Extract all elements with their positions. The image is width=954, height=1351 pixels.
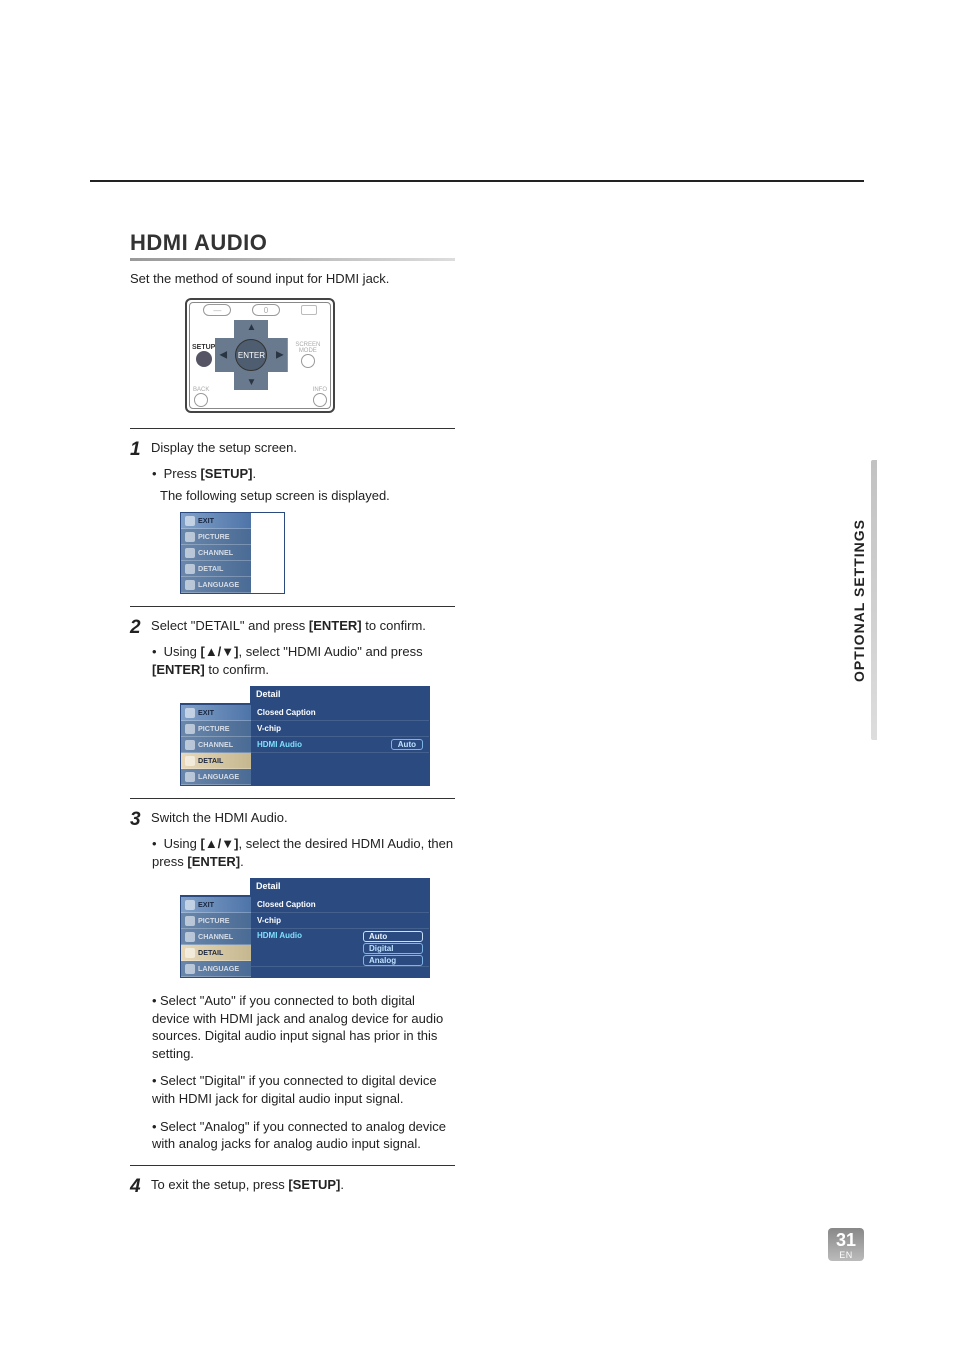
- section-intro: Set the method of sound input for HDMI j…: [130, 271, 455, 286]
- hdmi-option-auto: Auto: [363, 931, 423, 942]
- dpad-up-icon: ▲: [247, 322, 257, 333]
- osd-menu-3: Detail EXIT PICTURE CHANNEL DETAIL LANGU…: [180, 878, 430, 978]
- step-3: 3 Switch the HDMI Audio. • Using [▲/▼], …: [130, 799, 455, 1165]
- step-2: 2 Select "DETAIL" and press [ENTER] to c…: [130, 607, 455, 799]
- menu-picture: PICTURE: [181, 529, 251, 545]
- osd3-channel: CHANNEL: [181, 929, 251, 945]
- osd-menu-2: Detail EXIT PICTURE CHANNEL DETAIL LANGU…: [180, 686, 430, 786]
- side-tab: OPTIONAL SETTINGS: [847, 460, 871, 740]
- osd2-hdmi-value: Auto: [391, 739, 423, 750]
- osd3-hdmi: HDMI Audio Auto Digital Analog: [251, 929, 429, 967]
- menu-language: LANGUAGE: [181, 577, 251, 593]
- step-2-sub-1: • Using [▲/▼], select "HDMI Audio" and p…: [152, 643, 455, 678]
- step-1-number: 1: [130, 439, 141, 461]
- hdmi-option-digital: Digital: [363, 943, 423, 954]
- dpad: ▲ ▼ ◀ ▶ ENTER: [215, 320, 287, 390]
- osd3-picture: PICTURE: [181, 913, 251, 929]
- step-2-number: 2: [130, 617, 141, 639]
- osd2-channel: CHANNEL: [181, 737, 251, 753]
- step-4: 4 To exit the setup, press [SETUP].: [130, 1166, 455, 1202]
- step-3-text: Switch the HDMI Audio.: [151, 810, 288, 825]
- osd3-hdmi-options: Auto Digital Analog: [363, 931, 423, 966]
- osd2-hdmi: HDMI AudioAuto: [251, 737, 429, 753]
- step-4-text: To exit the setup, press [SETUP].: [151, 1177, 344, 1192]
- step-2-text: Select "DETAIL" and press [ENTER] to con…: [151, 618, 426, 633]
- section-heading: HDMI AUDIO: [130, 230, 455, 261]
- menu-exit: EXIT: [181, 513, 251, 529]
- osd2-cc: Closed Caption: [251, 705, 429, 721]
- remote-diagram: — 0 SETUP ▲ ▼ ◀ ▶ ENTER SCREE: [185, 298, 335, 413]
- osd3-detail: DETAIL: [181, 945, 251, 961]
- osd2-exit: EXIT: [181, 705, 251, 721]
- osd-menu-1: EXIT PICTURE CHANNEL DETAIL LANGUAGE: [180, 512, 285, 594]
- step-1-text: Display the setup screen.: [151, 440, 297, 455]
- page-content: HDMI AUDIO Set the method of sound input…: [0, 0, 954, 1262]
- hdmi-option-analog: Analog: [363, 955, 423, 966]
- osd2-language: LANGUAGE: [181, 769, 251, 785]
- step-3-after-2: •Select "Digital" if you connected to di…: [152, 1072, 455, 1107]
- dpad-left-icon: ◀: [219, 350, 227, 361]
- osd3-title: Detail: [250, 878, 430, 896]
- osd3-vchip: V-chip: [251, 913, 429, 929]
- step-3-sub-1: • Using [▲/▼], select the desired HDMI A…: [152, 835, 455, 870]
- step-4-number: 4: [130, 1176, 141, 1198]
- osd2-picture: PICTURE: [181, 721, 251, 737]
- step-3-after-1: •Select "Auto" if you connected to both …: [152, 992, 455, 1062]
- side-tab-label: OPTIONAL SETTINGS: [851, 519, 867, 682]
- osd2-vchip: V-chip: [251, 721, 429, 737]
- page-number-badge: 31 EN: [828, 1228, 864, 1261]
- dpad-right-icon: ▶: [276, 350, 284, 361]
- osd2-detail: DETAIL: [181, 753, 251, 769]
- osd3-language: LANGUAGE: [181, 961, 251, 977]
- osd3-exit: EXIT: [181, 897, 251, 913]
- step-1: 1 Display the setup screen. • Press [SET…: [130, 429, 455, 607]
- step-1-sub-1: • Press [SETUP].: [152, 465, 455, 483]
- menu-detail: DETAIL: [181, 561, 251, 577]
- osd2-title: Detail: [250, 686, 430, 704]
- page-number: 31: [836, 1231, 856, 1249]
- step-1-sub-2: The following setup screen is displayed.: [160, 487, 455, 505]
- step-3-number: 3: [130, 809, 141, 831]
- dpad-down-icon: ▼: [247, 377, 257, 388]
- page-suffix: EN: [836, 1250, 856, 1260]
- osd3-cc: Closed Caption: [251, 897, 429, 913]
- menu-channel: CHANNEL: [181, 545, 251, 561]
- step-3-after-3: •Select "Analog" if you connected to ana…: [152, 1118, 455, 1153]
